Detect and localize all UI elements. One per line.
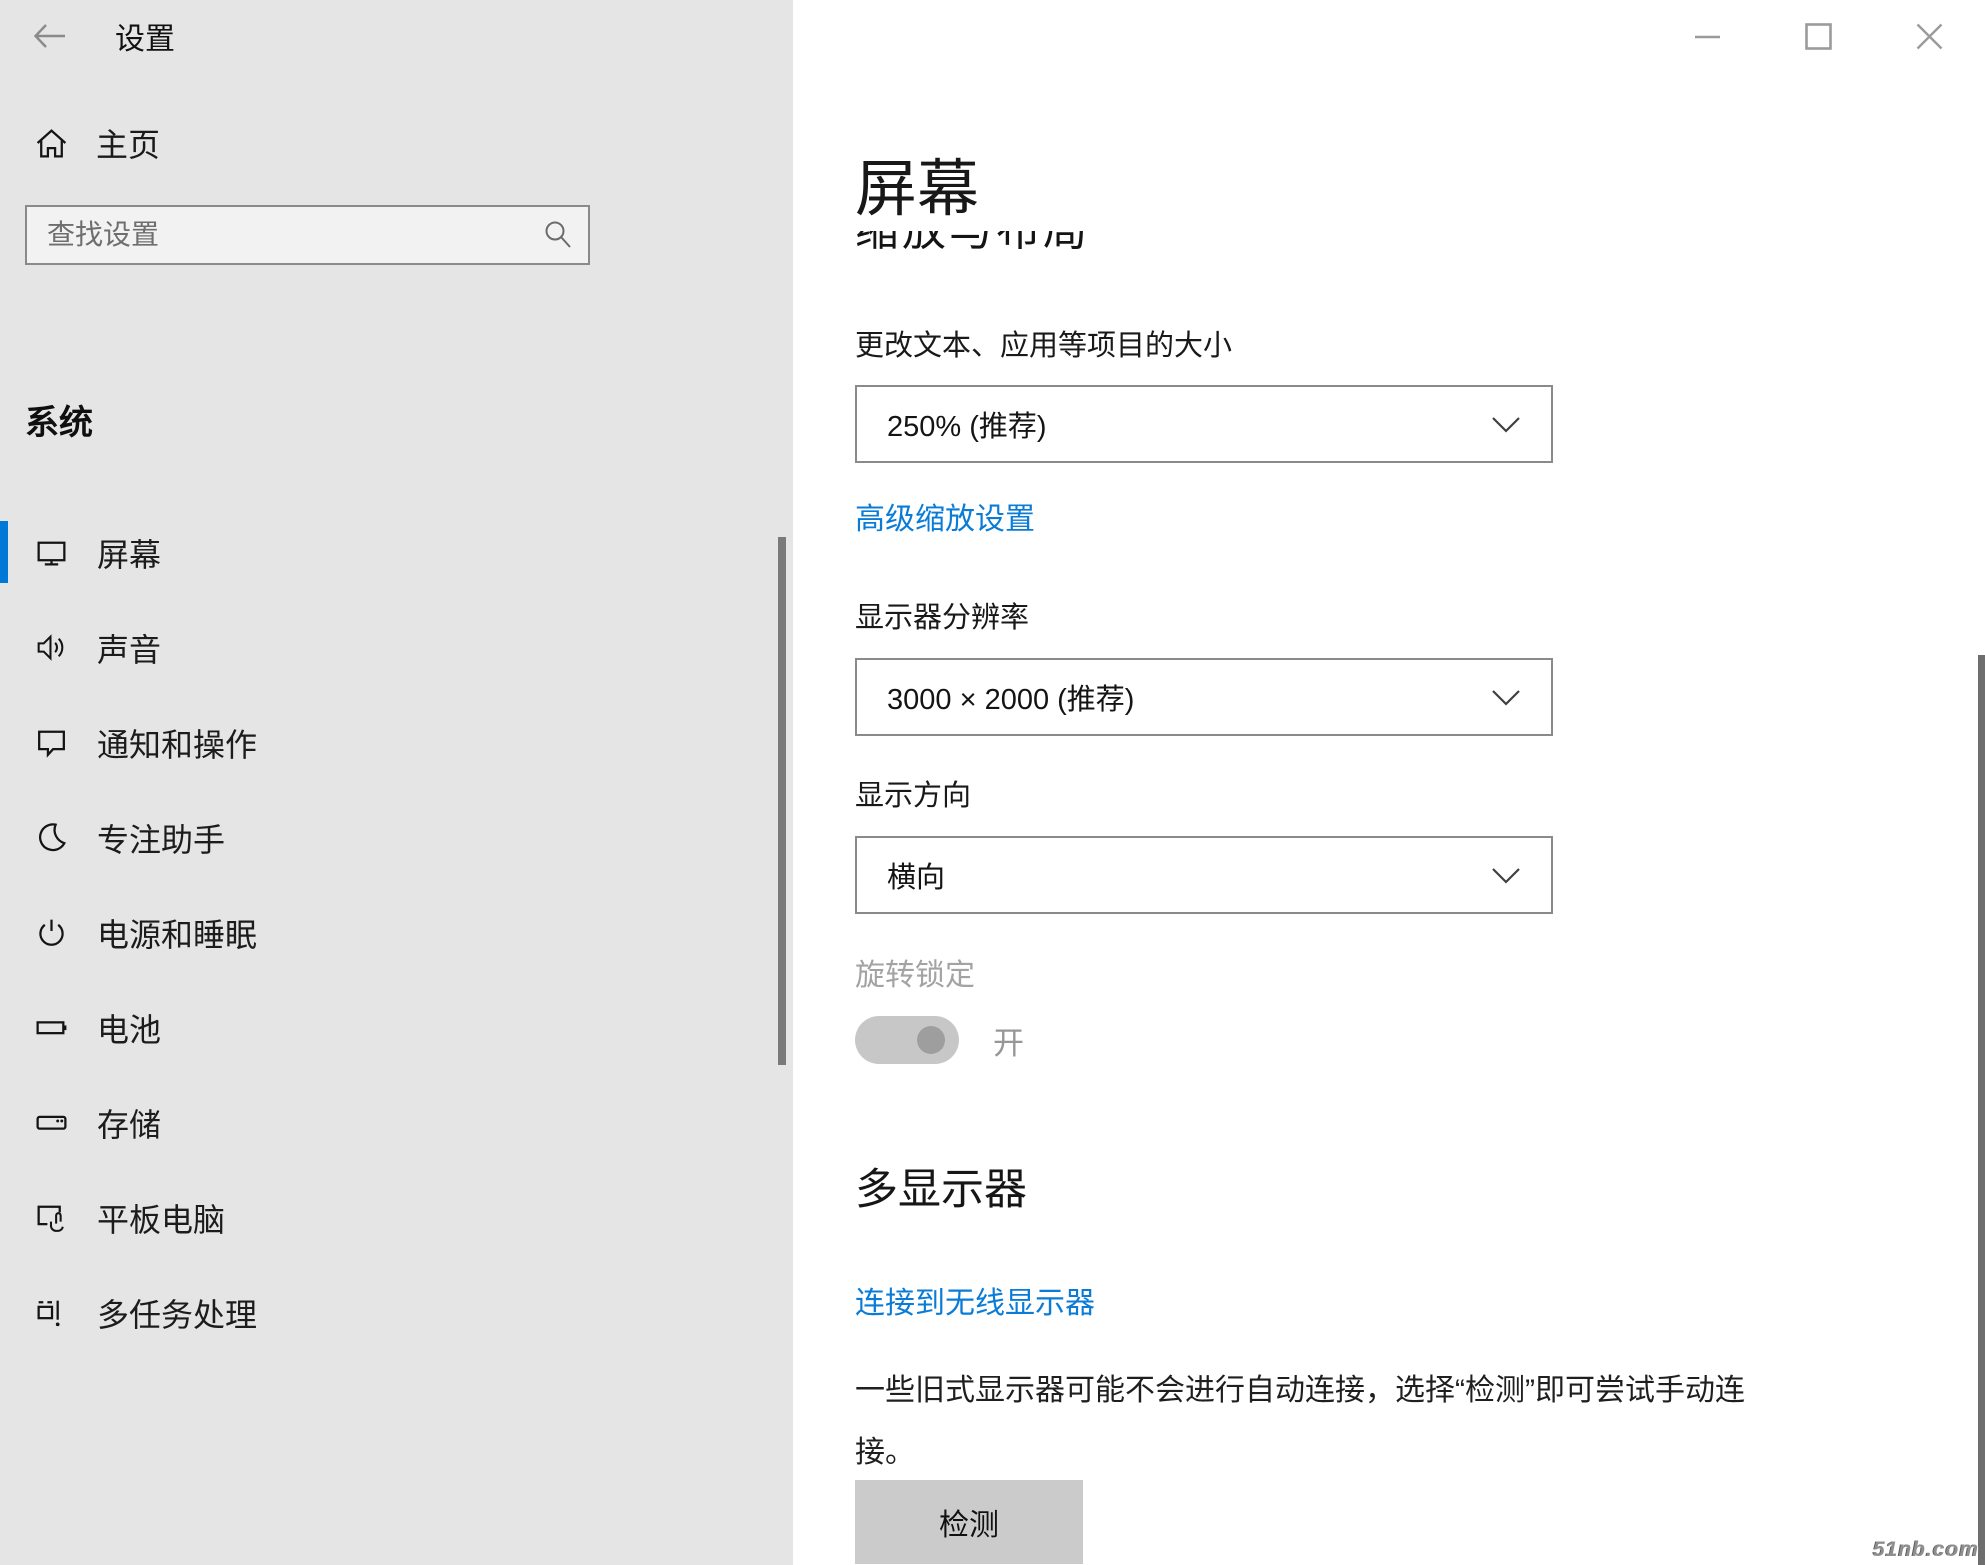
search-icon[interactable] bbox=[536, 219, 580, 251]
resolution-dropdown-value: 3000 × 2000 (推荐) bbox=[887, 676, 1134, 718]
sidebar: 设置 主页 系统 屏幕 bbox=[0, 0, 793, 1565]
scale-label: 更改文本、应用等项目的大小 bbox=[855, 322, 1232, 364]
search-input[interactable] bbox=[27, 219, 536, 251]
sidebar-item-tablet[interactable]: 平板电脑 bbox=[0, 1180, 770, 1255]
window-controls bbox=[1652, 0, 1985, 72]
maximize-button[interactable] bbox=[1763, 0, 1874, 72]
minimize-icon bbox=[1694, 23, 1721, 50]
content-scrollbar[interactable] bbox=[1978, 655, 1985, 1565]
minimize-button[interactable] bbox=[1652, 0, 1763, 72]
resolution-label: 显示器分辨率 bbox=[855, 594, 1029, 636]
power-icon bbox=[33, 914, 70, 951]
sidebar-item-notifications[interactable]: 通知和操作 bbox=[0, 705, 770, 780]
rotation-lock-label: 旋转锁定 bbox=[855, 950, 975, 994]
focus-assist-icon bbox=[33, 819, 70, 856]
page-title: 屏幕 bbox=[855, 138, 979, 228]
sidebar-item-sound[interactable]: 声音 bbox=[0, 610, 770, 685]
sidebar-item-power-sleep[interactable]: 电源和睡眠 bbox=[0, 895, 770, 970]
sidebar-item-label: 平板电脑 bbox=[97, 1195, 225, 1241]
sidebar-item-label: 多任务处理 bbox=[97, 1290, 257, 1336]
orientation-dropdown[interactable]: 横向 bbox=[855, 836, 1553, 914]
sidebar-item-label: 电池 bbox=[97, 1005, 161, 1051]
chevron-down-icon bbox=[1491, 689, 1521, 706]
sidebar-nav: 屏幕 声音 通知和操作 专注助手 bbox=[0, 515, 770, 1370]
selected-accent-bar bbox=[0, 521, 8, 583]
detect-button[interactable]: 检测 bbox=[855, 1480, 1083, 1564]
sidebar-item-label: 存储 bbox=[97, 1100, 161, 1146]
toggle-knob bbox=[917, 1026, 945, 1054]
close-button[interactable] bbox=[1874, 0, 1985, 72]
orientation-dropdown-value: 横向 bbox=[887, 854, 945, 896]
sidebar-scrollbar[interactable] bbox=[778, 537, 786, 1065]
storage-icon bbox=[33, 1104, 70, 1141]
sidebar-item-multitasking[interactable]: 多任务处理 bbox=[0, 1275, 770, 1350]
rotation-lock-toggle bbox=[855, 1016, 959, 1064]
app-title: 设置 bbox=[115, 14, 175, 58]
sidebar-item-home[interactable]: 主页 bbox=[33, 118, 160, 168]
advanced-scaling-link[interactable]: 高级缩放设置 bbox=[855, 494, 1035, 538]
chevron-down-icon bbox=[1491, 867, 1521, 884]
tablet-icon bbox=[33, 1199, 70, 1236]
watermark: 51nb.com bbox=[1873, 1538, 1979, 1562]
sidebar-item-label: 屏幕 bbox=[97, 530, 161, 576]
notifications-icon bbox=[33, 724, 70, 761]
wireless-display-link[interactable]: 连接到无线显示器 bbox=[855, 1278, 1095, 1322]
search-box bbox=[25, 205, 590, 265]
back-button[interactable] bbox=[28, 16, 72, 56]
multi-display-description: 一些旧式显示器可能不会进行自动连接，选择“检测”即可尝试手动连 接。 bbox=[855, 1360, 1945, 1484]
sidebar-item-label: 电源和睡眠 bbox=[97, 910, 257, 956]
sidebar-item-display[interactable]: 屏幕 bbox=[0, 515, 770, 590]
content-pane: 屏幕 缩放与布局 更改文本、应用等项目的大小 250% (推荐) 高级缩放设置 … bbox=[793, 0, 1985, 1565]
home-icon bbox=[33, 125, 70, 162]
section-header-scale-layout-clipped: 缩放与布局 bbox=[855, 231, 1090, 258]
chevron-down-icon bbox=[1491, 416, 1521, 433]
description-line: 一些旧式显示器可能不会进行自动连接，选择“检测”即可尝试手动连 bbox=[855, 1360, 1945, 1422]
settings-window: { "colors": { "accent": "#0078d7", "link… bbox=[0, 0, 1985, 1565]
multi-display-heading: 多显示器 bbox=[855, 1155, 1027, 1217]
sidebar-item-label: 声音 bbox=[97, 625, 161, 671]
sound-icon bbox=[33, 629, 70, 666]
sidebar-item-label: 通知和操作 bbox=[97, 720, 257, 766]
resolution-dropdown[interactable]: 3000 × 2000 (推荐) bbox=[855, 658, 1553, 736]
display-icon bbox=[33, 534, 70, 571]
scale-dropdown-value: 250% (推荐) bbox=[887, 403, 1047, 445]
sidebar-section-header: 系统 bbox=[25, 395, 93, 444]
battery-icon bbox=[33, 1009, 70, 1046]
orientation-label: 显示方向 bbox=[855, 772, 971, 814]
sidebar-item-focus-assist[interactable]: 专注助手 bbox=[0, 800, 770, 875]
maximize-icon bbox=[1805, 23, 1832, 50]
rotation-lock-state: 开 bbox=[993, 1016, 1024, 1064]
sidebar-item-label: 专注助手 bbox=[97, 815, 225, 861]
scale-dropdown[interactable]: 250% (推荐) bbox=[855, 385, 1553, 463]
sidebar-item-storage[interactable]: 存储 bbox=[0, 1085, 770, 1160]
sidebar-item-label: 主页 bbox=[96, 120, 160, 166]
back-arrow-icon bbox=[32, 20, 68, 52]
description-line: 接。 bbox=[855, 1422, 1945, 1484]
multitasking-icon bbox=[33, 1294, 70, 1331]
close-icon bbox=[1916, 23, 1943, 50]
sidebar-item-battery[interactable]: 电池 bbox=[0, 990, 770, 1065]
